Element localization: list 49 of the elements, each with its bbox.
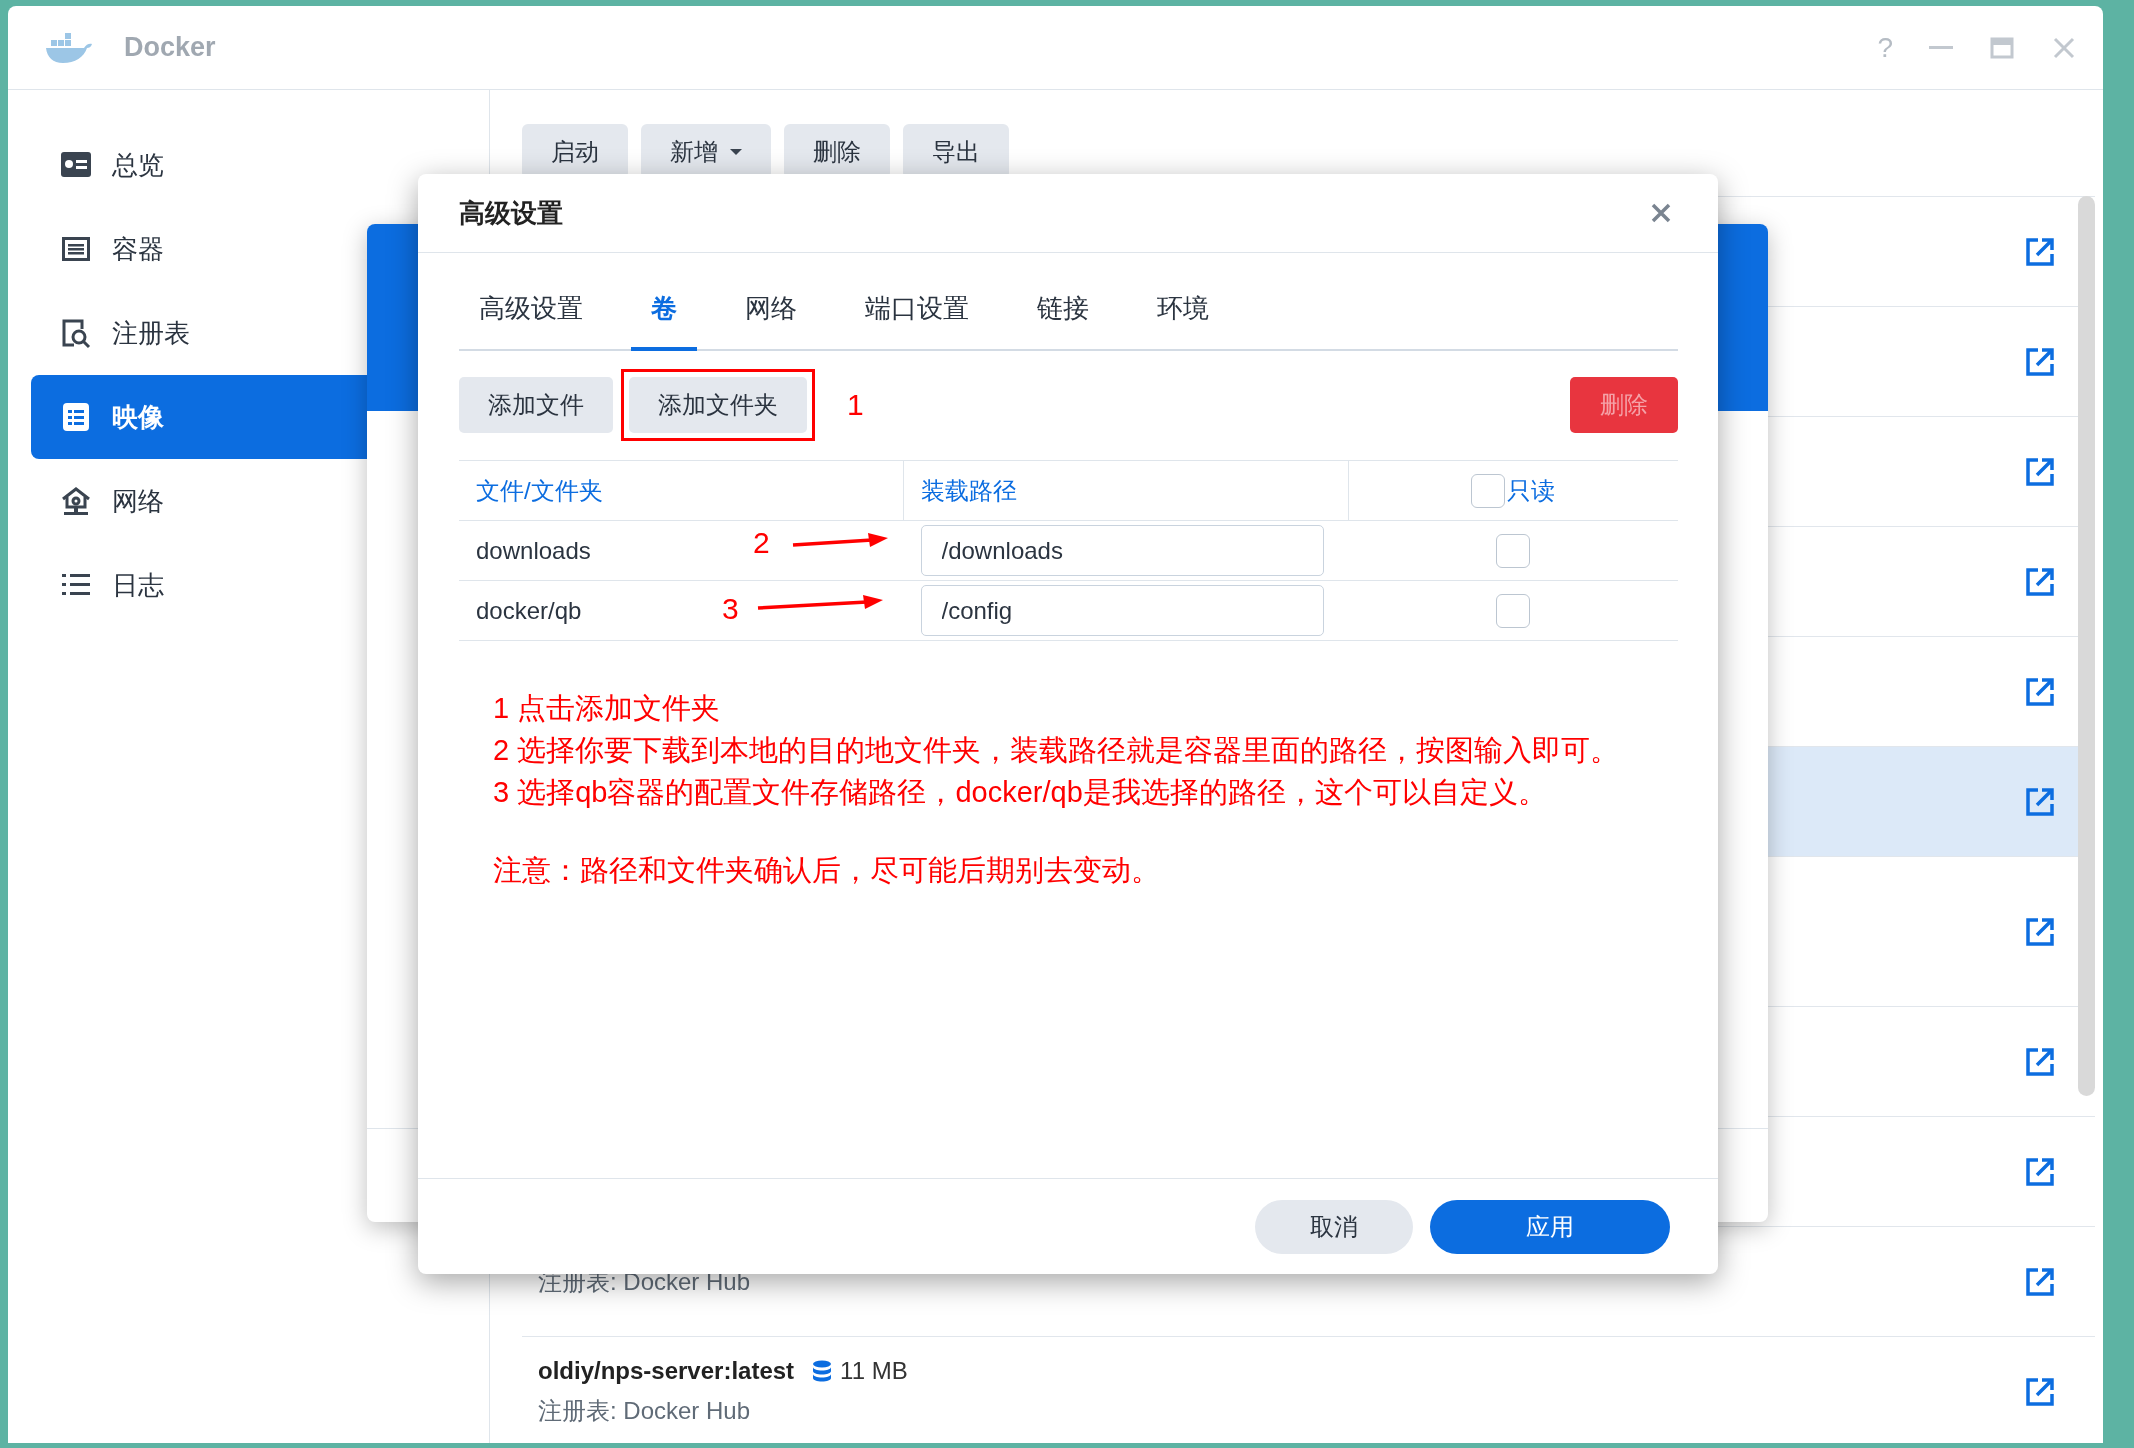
image-size: 11 MB — [840, 1356, 908, 1385]
add-button[interactable]: 添加文件夹 — [629, 377, 807, 433]
annotation-number: 3 — [722, 592, 739, 626]
external-link-icon[interactable] — [2025, 916, 2055, 947]
window-title: Docker — [124, 32, 216, 63]
external-link-icon[interactable] — [2025, 1156, 2055, 1187]
registry-label: 注册表: Docker Hub — [538, 1395, 752, 1426]
image-row[interactable]: oldiy/nps-server:latest 11 MB 注册表: Docker Hub — [522, 1336, 2095, 1443]
external-link-icon[interactable] — [2025, 1046, 2055, 1077]
external-link-icon[interactable] — [2025, 346, 2055, 377]
tab[interactable]: 端口设置 — [845, 289, 989, 351]
document-list-icon — [60, 401, 92, 433]
checkbox[interactable] — [1495, 593, 1530, 628]
warning-note: 注意：路径和文件夹确认后，尽可能后期别去变动。 — [493, 853, 1161, 888]
external-link-icon[interactable] — [2025, 786, 2055, 817]
external-link-icon[interactable] — [2025, 456, 2055, 487]
image-name: oldiy/nps-server:latest — [538, 1356, 795, 1385]
network-house-icon — [60, 485, 92, 517]
column-header: 文件/文件夹 — [459, 460, 904, 521]
annotation-number: 2 — [753, 526, 770, 560]
close-icon[interactable] — [1650, 202, 1672, 224]
mount-path-field[interactable]: /downloads — [920, 525, 1324, 576]
note-line: 3 选择qb容器的配置文件存储路径，docker/qb是我选择的路径，这个可以自定义。 — [493, 775, 1548, 810]
external-link-icon[interactable] — [2025, 676, 2055, 707]
note-line: 2 选择你要下载到本地的目的地文件夹，装载路径就是容器里面的路径，按图输入即可。 — [493, 733, 1621, 768]
external-link-icon[interactable] — [2025, 1266, 2055, 1297]
tab[interactable]: 卷 — [631, 289, 697, 351]
column-header: 只读 — [1507, 475, 1555, 506]
add-button[interactable]: 添加文件 — [459, 377, 613, 433]
scrollbar[interactable] — [2078, 196, 2095, 1096]
note-line: 1 点击添加文件夹 — [493, 691, 722, 726]
tab[interactable]: 链接 — [1017, 289, 1109, 351]
checkbox[interactable] — [1471, 473, 1505, 508]
tab[interactable]: 高级设置 — [459, 289, 603, 351]
cancel-button[interactable]: 取消 — [1255, 1199, 1413, 1254]
search-document-icon — [60, 317, 92, 349]
tab[interactable]: 环境 — [1137, 289, 1229, 351]
checkbox[interactable] — [1495, 533, 1530, 568]
annotation-number: 1 — [847, 388, 864, 422]
external-link-icon[interactable] — [2025, 236, 2055, 267]
column-header: 装载路径 — [903, 460, 1349, 521]
database-icon — [812, 1359, 833, 1382]
dialog-title: 高级设置 — [459, 196, 563, 230]
minimize-icon — [1929, 46, 1953, 49]
external-link-icon[interactable] — [2025, 1376, 2055, 1407]
apply-button[interactable]: 应用 — [1430, 1199, 1670, 1254]
tab[interactable]: 网络 — [725, 289, 817, 351]
external-link-icon[interactable] — [2025, 566, 2055, 597]
mount-path-field[interactable]: /config — [920, 585, 1324, 636]
